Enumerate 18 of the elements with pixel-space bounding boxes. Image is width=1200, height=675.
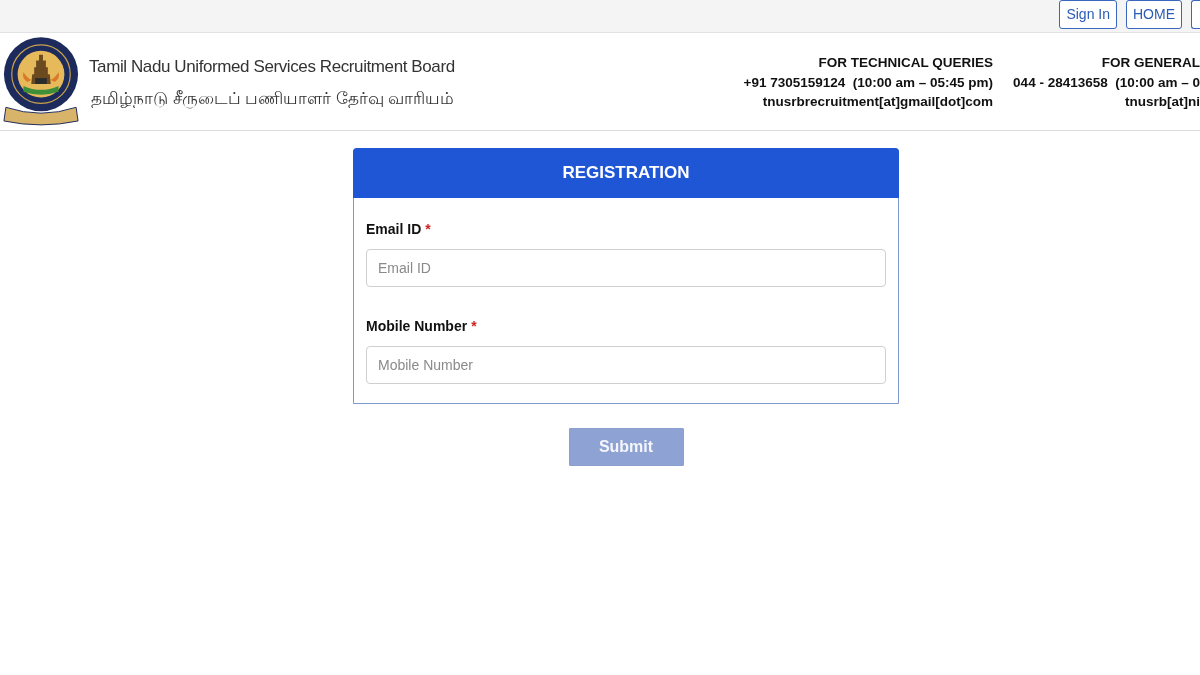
field-label: Mobile Number [366,317,468,335]
text-field[interactable]: Email ID [366,249,886,287]
contact-phone: +91 7305159124 (10:00 am – 05:45 pm) [743,73,994,92]
board-title: Tamil Nadu Uniformed Services Recruitment Board [89,56,455,78]
text-field[interactable]: Mobile Number [366,346,886,384]
contact-heading: FOR TECHNICAL QUERIES [817,54,994,72]
contact-heading: FOR GENERAL [1100,54,1200,72]
card-title: REGISTRATION [353,148,899,198]
board-title-tamil: தமிழ்நாடு சீருடைப் பணியாளர் தேர்வு வாரியம் [91,88,455,109]
contact-email: tnusrb[at]ni [1124,93,1200,111]
contact-email: tnusrbrecruitment[at]gmail[dot]com [761,93,994,111]
nav-button-edge[interactable] [1191,0,1200,29]
contact-phone: 044 - 28413658 (10:00 am – 0 [1013,73,1200,92]
nav-button[interactable]: Sign In [1059,0,1117,29]
nav-button[interactable]: HOME [1126,0,1182,29]
required-mark: * [425,220,431,238]
field-label: Email ID [366,220,422,238]
required-mark: * [471,317,477,335]
